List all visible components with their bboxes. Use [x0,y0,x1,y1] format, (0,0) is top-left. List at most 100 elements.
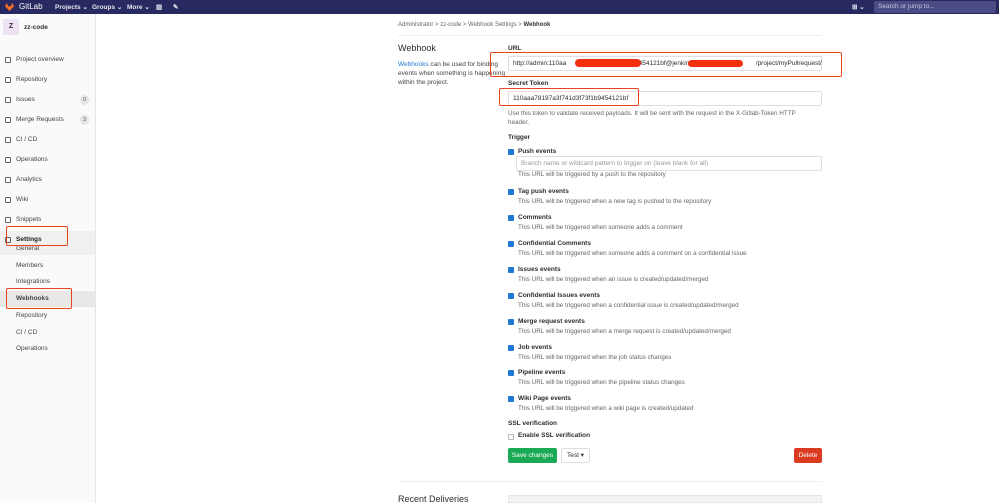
more-menu[interactable]: More ⌄ [127,3,150,11]
groups-menu[interactable]: Groups ⌄ [92,3,122,11]
breadcrumb-item[interactable]: zz-code [440,22,461,28]
sidebar-item-operations[interactable]: Operations [0,151,95,169]
brand-name[interactable]: GitLab [19,2,43,11]
event-description: This URL will be triggered when a new ta… [518,198,712,205]
new-item-button[interactable]: ⊞ ⌄ [852,3,865,11]
ssl-label: SSL verification [508,420,558,427]
event-description: This URL will be triggered by a push to … [518,171,666,178]
sidebar-item-label: Operations [16,156,48,163]
divider [398,35,822,36]
test-dropdown-button[interactable]: Test ▾ [561,448,590,463]
event-title: Job events [518,344,552,351]
highlight-box [6,288,72,309]
sidebar-subitem-operations[interactable]: Operations [0,341,95,357]
gitlab-logo-icon[interactable] [5,3,14,11]
sidebar-item-label: Wiki [16,196,29,203]
event-description: This URL will be triggered when the job … [518,354,672,361]
delete-button[interactable]: Delete [794,448,822,463]
highlight-box [6,226,68,246]
sidebar-item-issues[interactable]: Issues 0 [0,91,95,109]
sidebar-item-ci-cd[interactable]: CI / CD [0,131,95,149]
activity-chart-icon[interactable]: ▥ [156,3,162,11]
save-changes-button[interactable]: Save changes [508,448,557,463]
webhooks-help-link[interactable]: Webhooks [398,61,429,68]
sidebar-icon [5,57,11,63]
branch-filter-input[interactable]: Branch name or wildcard pattern to trigg… [516,156,822,171]
divider [398,481,822,482]
breadcrumb-item[interactable]: Webhook Settings [468,22,517,28]
trigger-label: Trigger [508,134,531,141]
sidebar-item-label: CI / CD [16,136,38,143]
event-checkbox[interactable] [508,319,514,325]
sidebar-icon [5,117,11,123]
event-title: Merge request events [518,318,585,325]
event-checkbox[interactable] [508,345,514,351]
sidebar-icon [5,97,11,103]
sidebar-item-label: Repository [16,76,48,83]
event-description: This URL will be triggered when a wiki p… [518,405,694,412]
sidebar-icon [5,217,11,223]
event-checkbox[interactable] [508,267,514,273]
sidebar-subitem-ci-cd[interactable]: CI / CD [0,325,95,341]
count-badge: 0 [79,95,89,105]
event-checkbox[interactable] [508,370,514,376]
sidebar-icon [5,137,11,143]
projects-menu[interactable]: Projects ⌄ [55,3,88,11]
token-label: Secret Token [508,80,549,87]
sidebar-item-label: Merge Requests [16,116,64,123]
sidebar-item-repository[interactable]: Repository [0,71,95,89]
event-description: This URL will be triggered when a merge … [518,328,731,335]
event-description: This URL will be triggered when someone … [518,224,683,231]
event-description: This URL will be triggered when someone … [518,250,747,257]
sidebar: Z zz-code Project overview Repository Issu… [0,14,96,503]
event-checkbox[interactable] [508,189,514,195]
sidebar-item-project-overview[interactable]: Project overview [0,51,95,69]
count-badge: 3 [79,115,89,125]
event-title: Confidential Issues events [518,292,600,299]
event-checkbox[interactable] [508,241,514,247]
event-title: Pipeline events [518,369,566,376]
project-name[interactable]: zz-code [24,24,48,31]
admin-wrench-icon[interactable]: ✎ [173,3,178,11]
sidebar-item-label: Project overview [16,56,64,63]
event-title: Wiki Page events [518,395,572,402]
breadcrumb-item[interactable]: Administrator [398,22,433,28]
event-description: This URL will be triggered when a confid… [518,302,739,309]
event-title: Confidential Comments [518,240,591,247]
sidebar-icon [5,77,11,83]
event-checkbox[interactable] [508,396,514,402]
sidebar-item-wiki[interactable]: Wiki [0,191,95,209]
event-description: This URL will be triggered when an issue… [518,276,709,283]
event-title: Comments [518,214,552,221]
url-label: URL [508,45,522,52]
event-description: This URL will be triggered when the pipe… [518,379,685,386]
breadcrumb-current: Webhook [523,22,551,28]
highlight-box [499,88,639,106]
sidebar-icon [5,177,11,183]
sidebar-subitem-members[interactable]: Members [0,258,95,274]
sidebar-item-label: Issues [16,96,35,103]
event-title: Issues events [518,266,561,273]
ssl-option-label: Enable SSL verification [518,432,591,439]
highlight-box [490,52,842,77]
sidebar-subitem-repository[interactable]: Repository [0,308,95,324]
event-checkbox[interactable] [508,293,514,299]
section-title: Webhook [398,43,436,53]
sidebar-icon [5,157,11,163]
sidebar-icon [5,197,11,203]
sidebar-item-merge-requests[interactable]: Merge Requests 3 [0,111,95,129]
ssl-checkbox[interactable] [508,434,514,440]
token-help-text: Use this token to validate received payl… [508,110,796,126]
sidebar-item-analytics[interactable]: Analytics [0,171,95,189]
deliveries-table-header [508,495,822,503]
search-input[interactable]: Search or jump to... [874,1,996,13]
sidebar-item-label: Snippets [16,216,42,223]
event-title: Push events [518,148,557,155]
event-checkbox[interactable] [508,215,514,221]
project-avatar[interactable]: Z [3,19,19,35]
event-title: Tag push events [518,188,569,195]
event-checkbox[interactable] [508,149,514,155]
sidebar-item-label: Analytics [16,176,43,183]
breadcrumb: Administrator > zz-code > Webhook Settin… [398,22,551,28]
top-navbar: GitLab Projects ⌄ Groups ⌄ More ⌄ ▥ ✎ ⊞ … [0,0,999,14]
